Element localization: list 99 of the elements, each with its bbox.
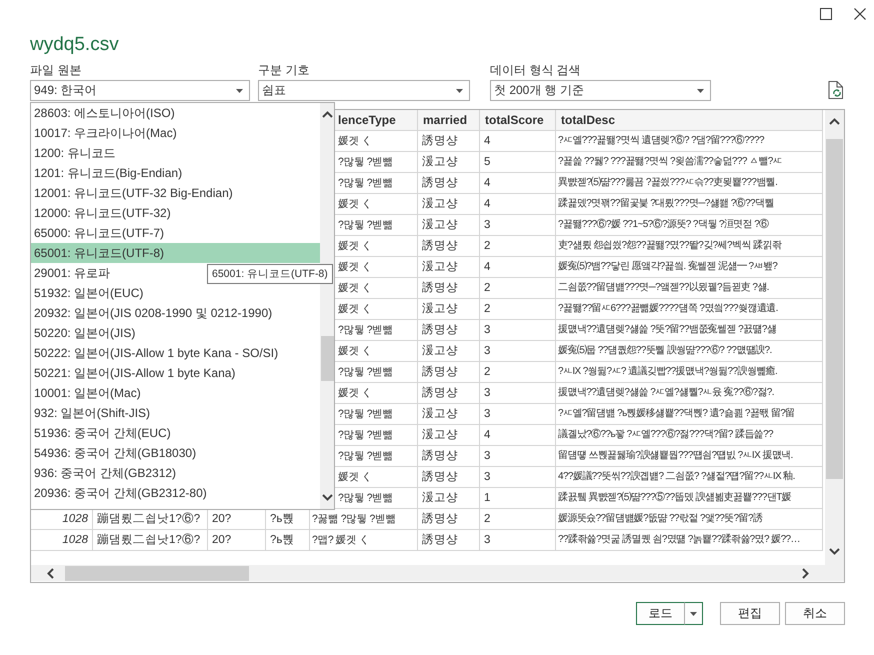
- table-cell: 誘명샹: [418, 173, 480, 194]
- table-cell: 3: [480, 383, 556, 404]
- scroll-thumb[interactable]: [320, 336, 334, 381]
- field-label: 구분 기호: [258, 62, 310, 78]
- table-cell: 誘명샹: [418, 362, 480, 383]
- column-header[interactable]: totalDesc: [556, 110, 823, 131]
- list-item[interactable]: 65001: 유니코드(UTF-8): [31, 243, 320, 263]
- table-cell: 二쇰쭚??留덈뱶???몃─?앸젣??以묐뀉?듬뀓吏 ?섏.: [556, 278, 823, 299]
- table-cell: 誘명샹: [418, 530, 480, 551]
- table-cell: 媛寃⑸뭅 ??덈퀎怨??뚯뿰 諛쒕땶???⑥? ??먮떎諛?.: [556, 341, 823, 362]
- table-cell: 誘명샹: [418, 131, 480, 152]
- dropdown-field[interactable]: 첫 200개 행 기준: [490, 80, 711, 101]
- table-cell: 3: [480, 530, 556, 551]
- table-cell: ?맵? 媛겟 く: [310, 530, 418, 551]
- scroll-thumb[interactable]: [826, 139, 843, 479]
- table-cell: 湲고샹: [418, 488, 480, 509]
- table-cell: 湲고샹: [418, 404, 480, 425]
- table-cell: 4??媛議??뚯씪??諛곕뱶? 二쇰쭚? ?섏젙?떕?留??ㅻIX 釉.: [556, 467, 823, 488]
- table-cell: 誘명샹: [418, 509, 480, 530]
- chevron-down-icon: [456, 88, 463, 92]
- chevron-left-icon[interactable]: [47, 568, 54, 578]
- table-cell: 媛源뚯슜??留덈뱶媛?뚮땲 ??띿젙 ?앷??뚯?留?誘: [556, 509, 823, 530]
- table-cell: 湲고샹: [418, 425, 480, 446]
- table-cell: ?꾩뙗???⑥?媛 ??1~5?⑥?源뚯? ?댁뒇 ?洹몃젇 ?⑥: [556, 215, 823, 236]
- table-cell: 20?: [208, 530, 266, 551]
- table-cell: 援먮낵??遺덈렞?섏쓽 ?ㅼ옐?섏뿰?ㅻ윴 寃??⑥?젏?.: [556, 383, 823, 404]
- table-cell: 3: [480, 467, 556, 488]
- table-cell: ?꾩뙗??留ㅼ6???꾪뺆媛????덈쪽 ?몄씤???쒖깮遺遺.: [556, 299, 823, 320]
- dropdown-button[interactable]: [685, 602, 703, 625]
- column-header[interactable]: married: [418, 110, 480, 131]
- maximize-icon[interactable]: [820, 8, 832, 20]
- table-cell: ?ь뿭: [266, 530, 310, 551]
- table-cell: 1: [480, 488, 556, 509]
- table-cell: 蹂꾩뎄?몃꽦??留곷븣 ?대룄???몃─?섏쐞 ?⑥??댁뿰: [556, 194, 823, 215]
- dropdown-field[interactable]: 쉼표: [258, 80, 470, 101]
- table-cell: 誘명샹: [418, 446, 480, 467]
- button[interactable]: 취소: [785, 602, 845, 625]
- table-cell: 湲고샹: [418, 299, 480, 320]
- table-cell: 1028: [31, 530, 93, 551]
- table-cell: 4: [480, 257, 556, 278]
- caret-icon: [690, 612, 697, 616]
- scroll-thumb[interactable]: [65, 566, 249, 580]
- dropdown-field[interactable]: 949: 한국어: [30, 80, 250, 101]
- table-cell: 議곌났?⑥??ь꽣 ?ㅼ옐???⑥?젏???댁?留? 蹂듭쓽??: [556, 425, 823, 446]
- table-cell: 3: [480, 320, 556, 341]
- table-cell: 援먮낵??遺덈렞?섏쓽 ?뚯?留??뱀쭚寃쎌젣 ?꾨떎?섏: [556, 320, 823, 341]
- scrollbar[interactable]: [825, 110, 844, 565]
- table-cell: 誘명샹: [418, 320, 480, 341]
- table-cell: ?ㅼ옐???꾩뙗?몃씩 遺덈렞?⑥? ?댐?留???⑥????: [556, 131, 823, 152]
- table-cell: ?꾩쓽 ??뒗? ???꾩뙗?몃씩 ?욎씀濡??슿덢??? ㅿ뺄?ㅼ: [556, 152, 823, 173]
- field-label: 파일 원본: [30, 62, 82, 78]
- table-cell: 誘명샹: [418, 278, 480, 299]
- table-cell: 2: [480, 299, 556, 320]
- table-cell: 湲고샹: [418, 215, 480, 236]
- chevron-down-icon: [697, 88, 704, 92]
- table-cell: 湲고샹: [418, 152, 480, 173]
- close-icon[interactable]: [854, 8, 866, 20]
- table-cell: 3: [480, 215, 556, 236]
- table-cell: 湲고샹: [418, 194, 480, 215]
- table-cell: ?ㅻIX ?쒕뒳?ㅼ? 遺議깆빱??援먮낵?쒕뒳??諛쒕뼱癒.: [556, 362, 823, 383]
- table-cell: 誘명샹: [418, 383, 480, 404]
- chevron-down-icon: [236, 88, 243, 92]
- table-cell: 誘명샹: [418, 467, 480, 488]
- load-button[interactable]: 로드: [636, 602, 685, 625]
- table-cell: 留덈떟 쓰뿭꾩뒗瑜?諛섏뿉뭡???떕쇰?떕빐 ?ㅻIX 援먮낵.: [556, 446, 823, 467]
- button[interactable]: 편집: [720, 602, 780, 625]
- table-cell: 湲고샹: [418, 341, 480, 362]
- table-cell: 3: [480, 341, 556, 362]
- scrollbar[interactable]: [31, 565, 844, 581]
- chevron-up-icon[interactable]: [829, 118, 840, 125]
- tooltip: 65001: 유니코드(UTF-8): [207, 264, 333, 284]
- table-cell: 2: [480, 278, 556, 299]
- table-cell: 蹂꾨퉼 異뺤젣?⑸땲???⑤??뚭뎄 諛섎뵒吏꾪뿉???댄T媛: [556, 488, 823, 509]
- chevron-down-icon[interactable]: [322, 494, 332, 501]
- table-cell: ?ㅼ옐?留덈뱶 ?ь뿭媛移섏뿉??댁뿭? 遺?숆쾶 ?꾪뙋 留?留: [556, 404, 823, 425]
- chevron-up-icon[interactable]: [322, 111, 332, 118]
- table-cell: 3: [480, 446, 556, 467]
- table-cell: 蹦댐룄二쇱낫1?⑥?: [93, 530, 208, 551]
- table-cell: 4: [480, 173, 556, 194]
- table-cell: 誘명샹: [418, 236, 480, 257]
- table-cell: 2: [480, 236, 556, 257]
- table-cell: 媛寃⑸?뱀??닿린 愿앸갹?꾩씤. 寃쎌젣 泥섎━ ?ㅽ뵆?: [556, 257, 823, 278]
- table-cell: 2: [480, 362, 556, 383]
- table-cell: 2: [480, 509, 556, 530]
- chevron-down-icon[interactable]: [829, 548, 840, 555]
- table-cell: 4: [480, 425, 556, 446]
- table-cell: 湲고샹: [418, 257, 480, 278]
- table-cell: 4: [480, 131, 556, 152]
- chevron-right-icon[interactable]: [802, 568, 809, 578]
- table-cell: ??蹂좎쓣?몃굹 誘멸퀬 쇰?몄떎 ?놁뿉??蹂좎쓣?몄? 媛??…: [556, 530, 823, 551]
- field-label: 데이터 형식 검색: [490, 62, 582, 78]
- table-cell: 3: [480, 404, 556, 425]
- table-cell: 異뺤젣?⑸땲???룷꾬 ?꾩씠???ㅼ슦??吏묒뿉???뱀뿰.: [556, 173, 823, 194]
- table-cell: 5: [480, 152, 556, 173]
- refresh-file-icon[interactable]: [828, 81, 844, 99]
- window-title: wydq5.csv: [30, 34, 120, 57]
- column-header[interactable]: totalScore: [480, 110, 556, 131]
- table-cell: 吏?섎룄 怨쇱씠?怨??꾩뙗?몄??뙅?깆?쎄?벡씩 蹂낅좎: [556, 236, 823, 257]
- table-cell: 4: [480, 194, 556, 215]
